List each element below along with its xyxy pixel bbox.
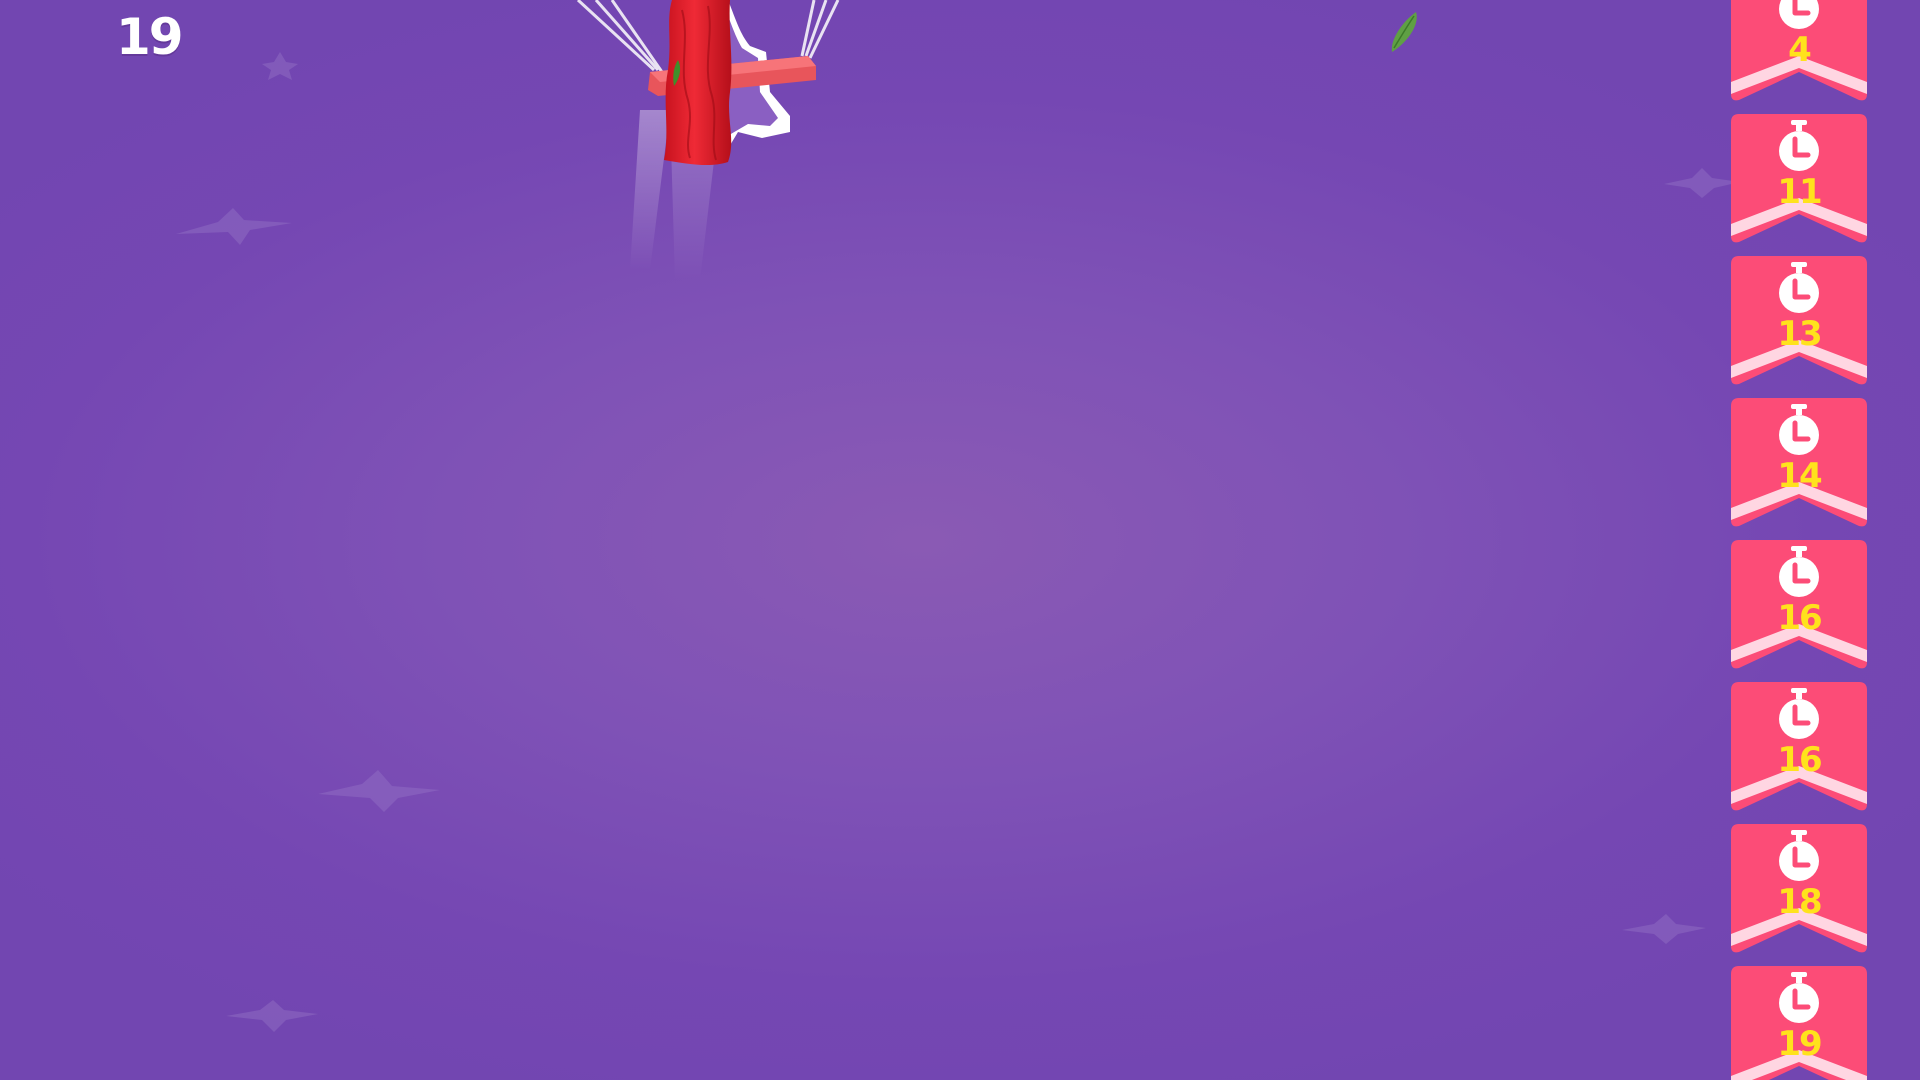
timer-card-list: 4 11 13 14 16 16 18 19 [1731, 0, 1867, 1080]
stopwatch-icon [1779, 546, 1819, 597]
timer-value: 18 [1777, 882, 1822, 922]
star-icon [318, 770, 440, 812]
star-icon [1622, 914, 1706, 944]
stopwatch-icon [1779, 972, 1819, 1023]
timer-card[interactable]: 16 [1731, 540, 1867, 676]
leaf-icon [1391, 12, 1417, 52]
score-counter: 19 [116, 8, 184, 66]
timer-card[interactable]: 19 [1731, 966, 1867, 1080]
star-icon [226, 1000, 318, 1032]
timer-card[interactable]: 13 [1731, 256, 1867, 392]
timer-card[interactable]: 4 [1731, 0, 1867, 108]
timer-value: 4 [1788, 30, 1812, 70]
timer-value: 16 [1777, 598, 1822, 638]
stopwatch-icon [1779, 120, 1819, 171]
stopwatch-icon [1779, 262, 1819, 313]
timer-card[interactable]: 14 [1731, 398, 1867, 534]
stopwatch-icon [1779, 404, 1819, 455]
stopwatch-icon [1779, 0, 1819, 29]
star-icon [262, 52, 298, 80]
timer-value: 16 [1777, 740, 1822, 780]
stopwatch-icon [1779, 830, 1819, 881]
timer-card[interactable]: 16 [1731, 682, 1867, 818]
timer-value: 11 [1777, 172, 1822, 212]
timer-value: 14 [1777, 456, 1822, 496]
stopwatch-icon [1779, 688, 1819, 739]
star-icon [176, 208, 292, 245]
background-stars [176, 52, 1740, 1032]
player-glider-character [576, 0, 840, 280]
timer-card[interactable]: 11 [1731, 114, 1867, 250]
timer-card[interactable]: 18 [1731, 824, 1867, 960]
timer-value: 19 [1777, 1024, 1822, 1064]
star-icon [1664, 168, 1740, 198]
timer-value: 13 [1777, 314, 1822, 354]
